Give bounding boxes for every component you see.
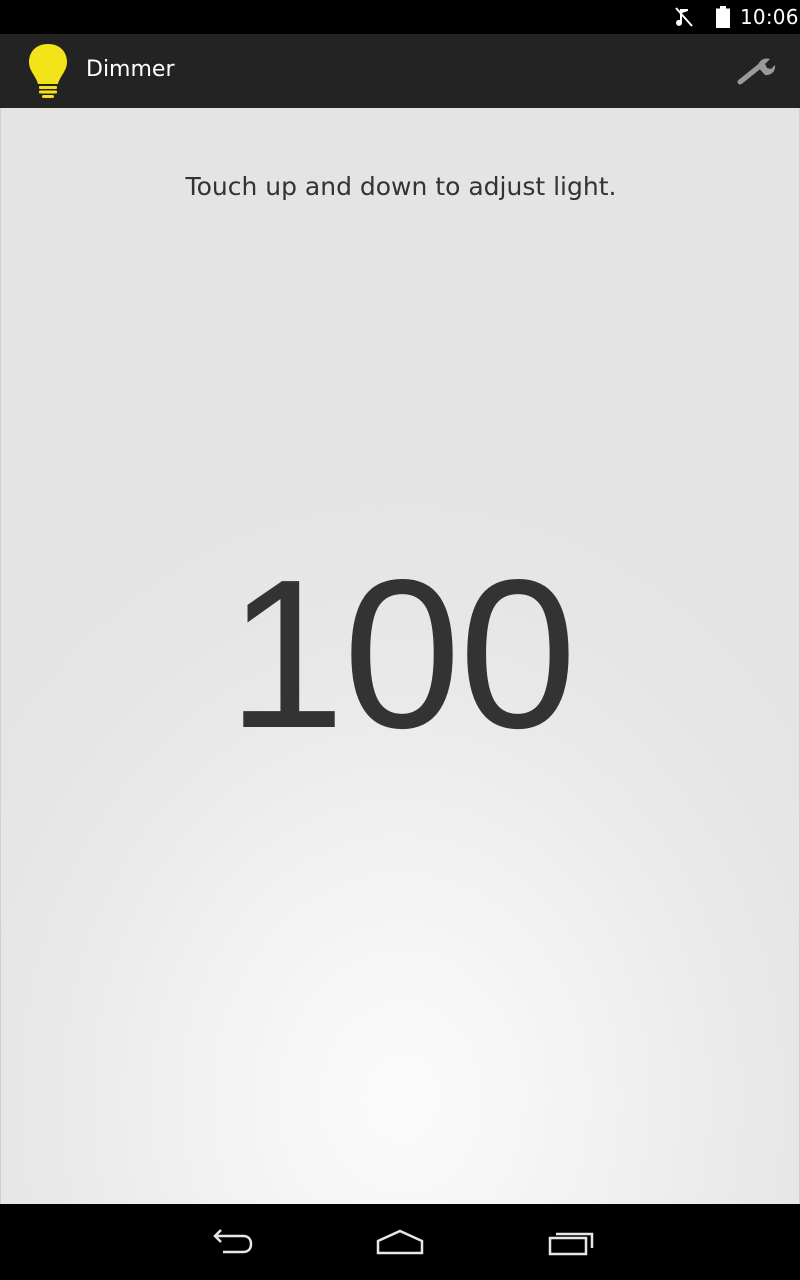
battery-icon xyxy=(716,6,730,28)
instruction-text: Touch up and down to adjust light. xyxy=(185,172,617,201)
brightness-level: 100 xyxy=(227,535,577,772)
home-icon xyxy=(376,1229,424,1255)
recents-icon xyxy=(548,1232,594,1256)
lightbulb-icon[interactable] xyxy=(26,42,70,100)
recents-button[interactable] xyxy=(541,1218,601,1266)
home-button[interactable] xyxy=(370,1218,430,1266)
status-clock: 10:06 xyxy=(740,5,799,29)
dimmer-touch-area[interactable]: Touch up and down to adjust light. 100 xyxy=(0,108,800,1204)
wrench-icon xyxy=(737,58,776,85)
back-button[interactable] xyxy=(200,1218,260,1266)
status-bar: 10:06 xyxy=(0,0,800,34)
action-bar: Dimmer xyxy=(0,34,800,109)
app-title: Dimmer xyxy=(86,57,175,82)
back-icon xyxy=(213,1229,253,1254)
settings-button[interactable] xyxy=(730,48,782,94)
dimmer-screen: 10:06 Dimmer Touch up and down to adjust… xyxy=(0,0,800,1280)
mute-icon xyxy=(675,7,693,27)
navigation-bar xyxy=(0,1204,800,1280)
